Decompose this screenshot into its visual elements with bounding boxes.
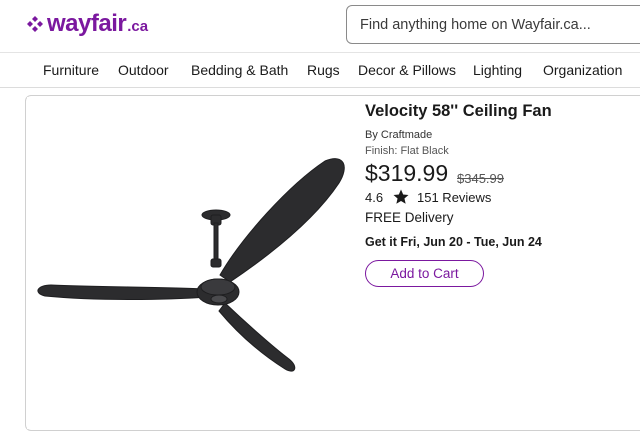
category-nav: Furniture Outdoor Bedding & Bath Rugs De… [0,52,640,88]
list-price: $345.99 [457,171,504,186]
product-title[interactable]: Velocity 58'' Ceiling Fan [365,102,552,121]
nav-item-furniture[interactable]: Furniture [43,62,99,78]
nav-item-rugs[interactable]: Rugs [307,62,340,78]
delivery-estimate: Get it Fri, Jun 20 - Tue, Jun 24 [365,235,542,249]
nav-item-decor-pillows[interactable]: Decor & Pillows [358,62,456,78]
product-brand[interactable]: By Craftmade [365,129,432,141]
nav-item-lighting[interactable]: Lighting [473,62,522,78]
product-finish: Finish: Flat Black [365,145,449,157]
nav-item-outdoor[interactable]: Outdoor [118,62,169,78]
rating-value: 4.6 [365,190,384,205]
wayfair-pinwheel-icon [26,15,44,33]
reviews-link[interactable]: 151 Reviews [417,190,491,205]
delivery-info: FREE Delivery [365,210,454,225]
ceiling-fan-image [37,158,345,372]
add-to-cart-button[interactable]: Add to Cart [365,260,484,287]
nav-item-bedding-bath[interactable]: Bedding & Bath [191,62,288,78]
wayfair-logo[interactable]: wayfair .ca [26,10,148,38]
search-input[interactable] [347,6,640,43]
nav-item-organization[interactable]: Organization [543,62,622,78]
search-box [346,5,640,44]
sale-price: $319.99 [365,160,449,186]
logo-wordmark: wayfair [47,10,127,37]
site-header: wayfair .ca [0,0,640,52]
star-icon [392,188,410,206]
product-image[interactable] [27,97,353,429]
logo-tld: .ca [127,18,149,35]
